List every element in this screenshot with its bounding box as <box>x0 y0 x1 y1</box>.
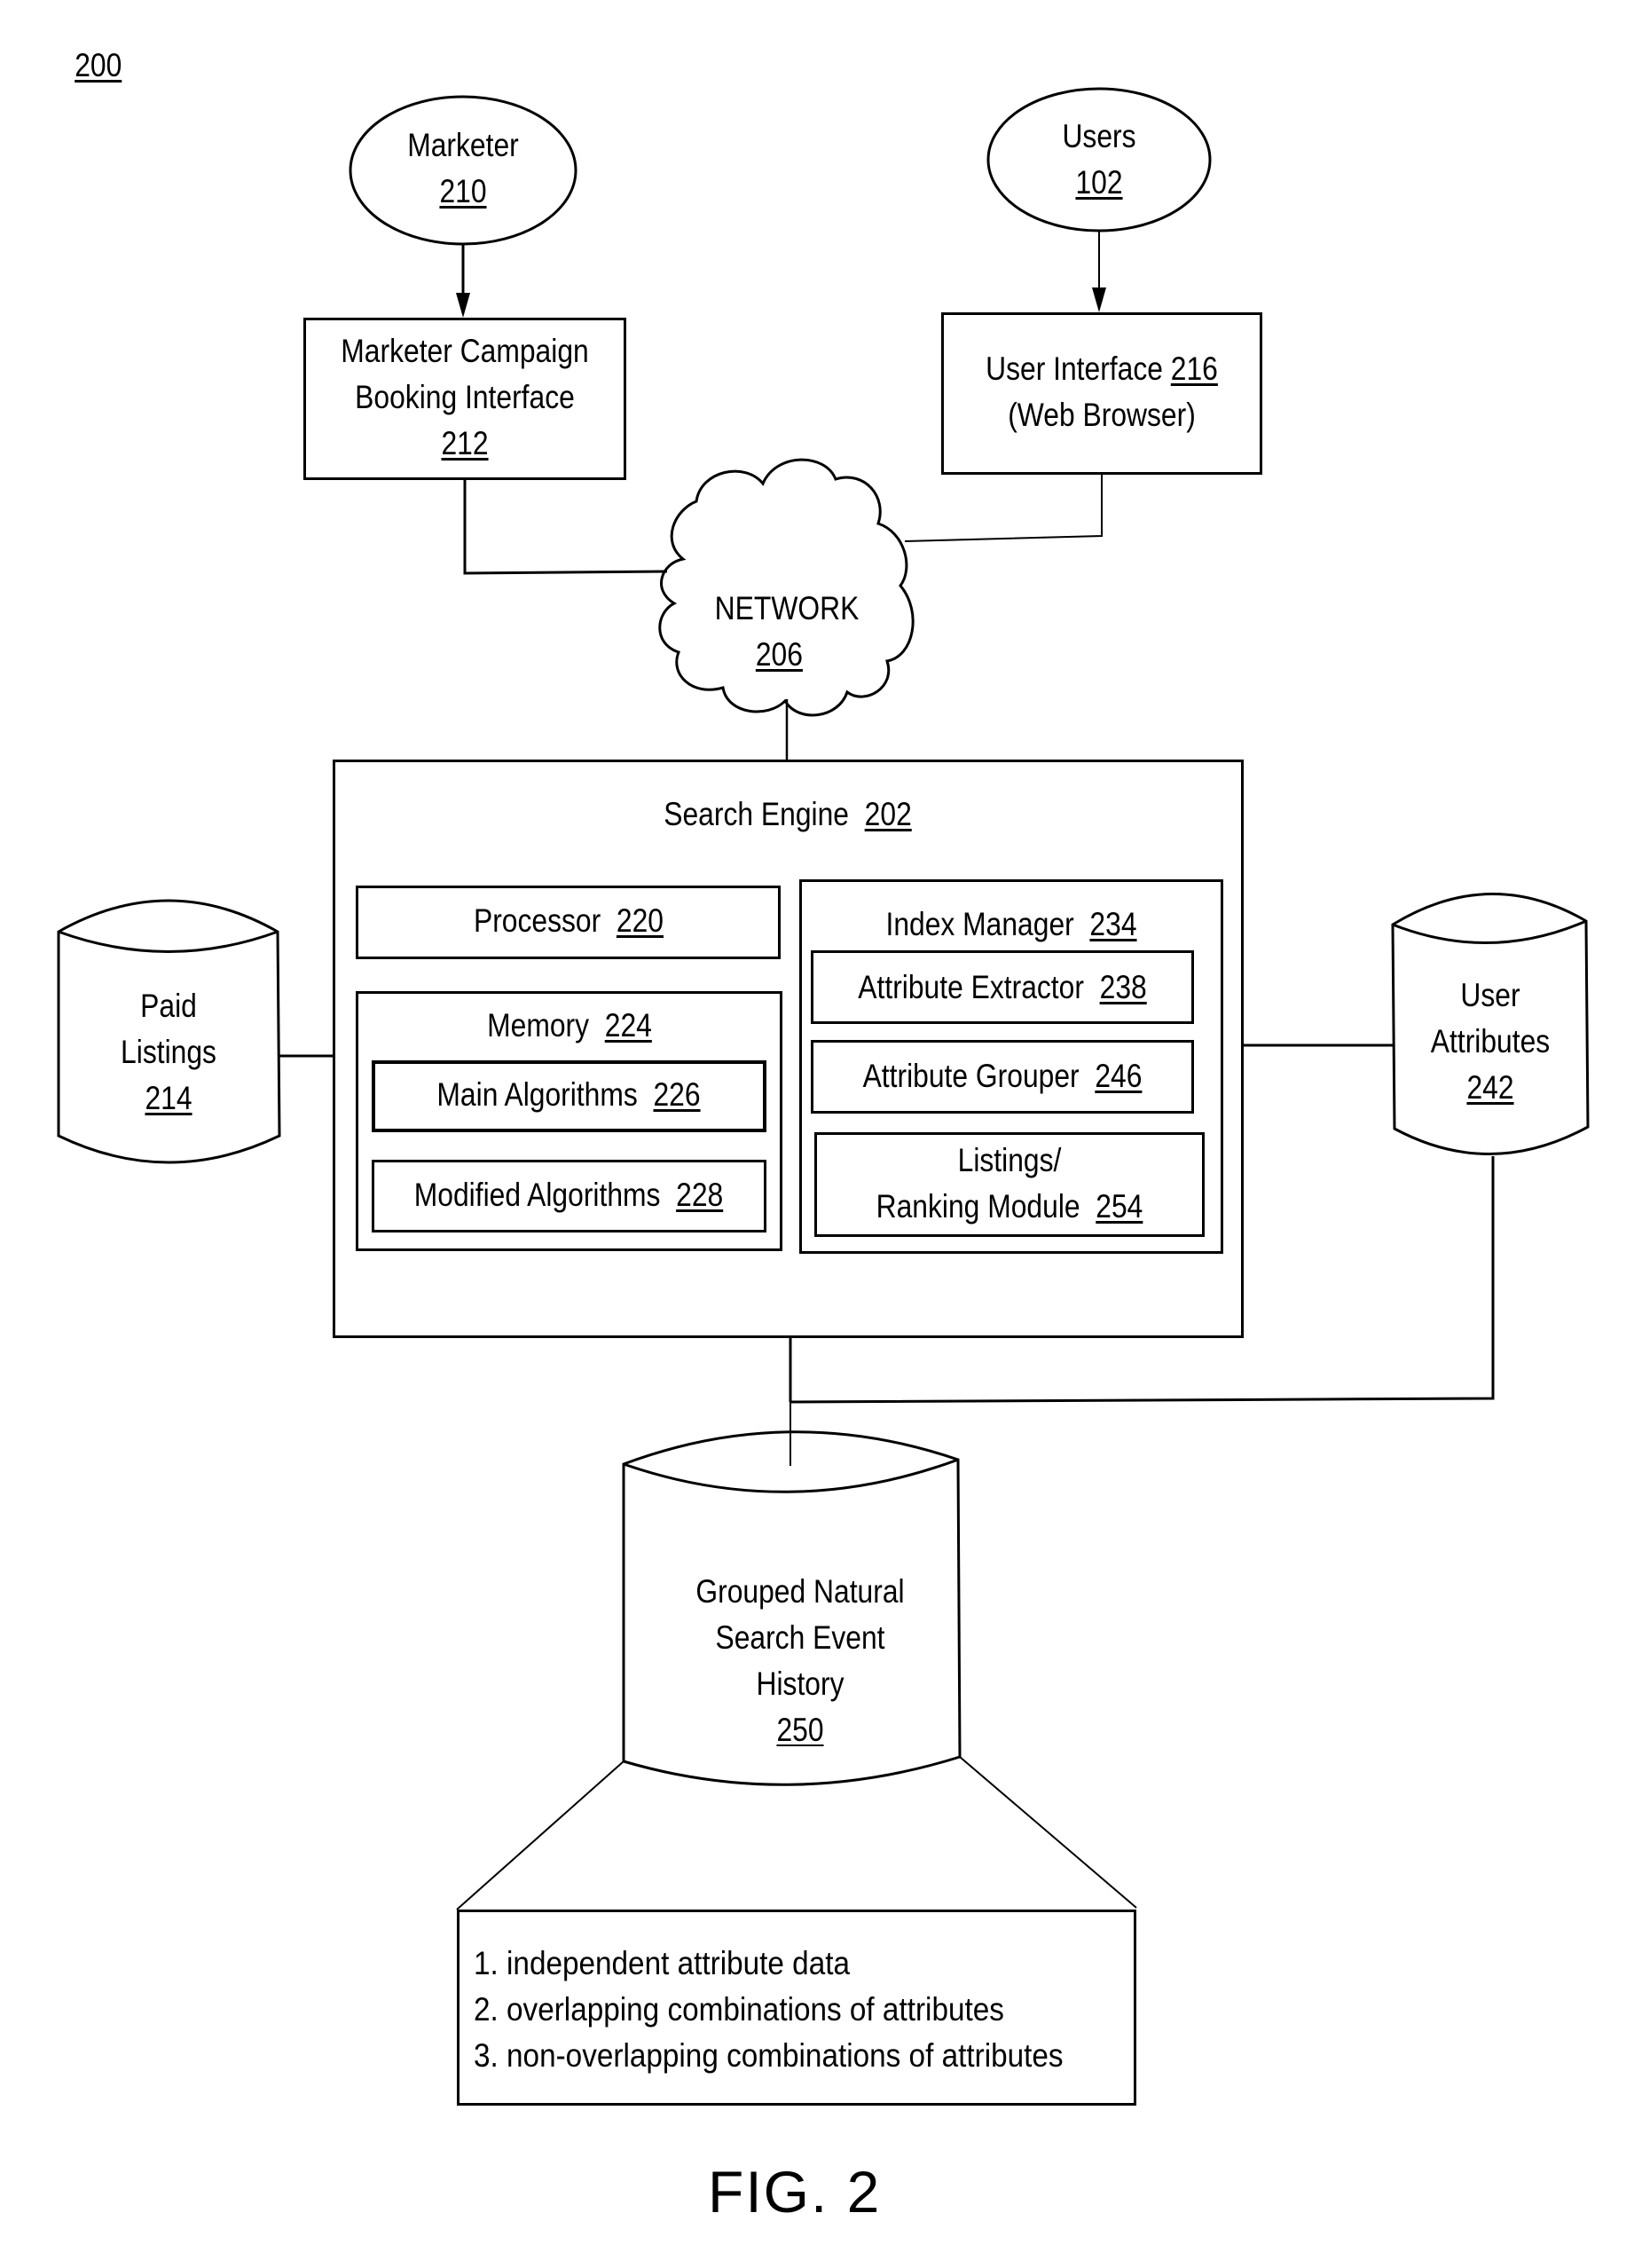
modified-algorithms-ref: 228 <box>676 1177 724 1213</box>
paid-listings-node[interactable]: Paid Listings 214 <box>92 983 245 1122</box>
index-manager-title: Index Manager 234 <box>859 902 1164 948</box>
processor-ref: 220 <box>616 902 664 939</box>
paid-listings-line2: Listings <box>121 1034 216 1070</box>
grouped-history-line1: Grouped Natural <box>695 1573 905 1610</box>
memory-ref: 224 <box>604 1007 652 1043</box>
search-engine-ref: 202 <box>864 796 912 832</box>
booking-line1: Marketer Campaign <box>341 333 589 369</box>
network-node[interactable]: NETWORK 206 <box>711 586 863 678</box>
attribute-extractor-ref: 238 <box>1099 969 1147 1005</box>
attribute-grouper-text: Attribute Grouper 246 <box>850 1053 1155 1099</box>
main-algorithms-label: Main Algorithms <box>436 1076 638 1113</box>
booking-ref: 212 <box>441 425 489 461</box>
grouped-history-line3: History <box>756 1666 844 1702</box>
modified-algorithms-text: Modified Algorithms 228 <box>401 1172 736 1218</box>
details-item: 2. overlapping combinations of attribute… <box>474 1991 1004 2028</box>
grouped-history-details-box: 1. independent attribute data 2. overlap… <box>457 1910 1136 2106</box>
booking-interface-text: Marketer Campaign Booking Interface 212 <box>312 328 617 467</box>
index-manager-label: Index Manager <box>885 906 1074 942</box>
figure-caption: FIG. 2 <box>708 2159 882 2225</box>
attribute-grouper-ref: 246 <box>1095 1058 1143 1094</box>
users-ref: 102 <box>1075 164 1123 201</box>
user-attributes-line1: User <box>1460 977 1520 1013</box>
search-engine-title: Search Engine 202 <box>635 791 940 838</box>
marketer-node[interactable]: Marketer 210 <box>387 122 539 215</box>
paid-listings-ref: 214 <box>145 1080 192 1116</box>
arrowhead-users <box>1092 287 1106 312</box>
attribute-extractor-label: Attribute Extractor <box>858 969 1084 1005</box>
memory-title: Memory 224 <box>417 1003 722 1049</box>
details-item: 3. non-overlapping combinations of attri… <box>474 2037 1064 2074</box>
processor-text: Processor 220 <box>416 898 721 944</box>
users-label: Users <box>1062 118 1136 154</box>
listings-ranking-ref: 254 <box>1096 1188 1143 1225</box>
grouped-history-line2: Search Event <box>715 1619 885 1656</box>
arrowhead-marketer <box>456 293 470 318</box>
network-label: NETWORK <box>714 590 860 626</box>
paid-listings-line1: Paid <box>140 988 197 1024</box>
users-node[interactable]: Users 102 <box>1023 114 1175 206</box>
attribute-extractor-text: Attribute Extractor 238 <box>850 965 1155 1011</box>
processor-label: Processor <box>473 902 601 939</box>
connector-booking-network <box>463 480 668 575</box>
user-interface-line2: (Web Browser) <box>1008 397 1196 433</box>
listings-ranking-line1: Listings/ <box>957 1142 1062 1178</box>
network-ref: 206 <box>755 636 803 673</box>
marketer-label: Marketer <box>407 127 519 163</box>
main-algorithms-ref: 226 <box>653 1076 701 1113</box>
figure-ref: 200 <box>75 47 122 83</box>
grouped-history-ref: 250 <box>776 1712 824 1748</box>
attribute-grouper-label: Attribute Grouper <box>862 1058 1080 1094</box>
listings-ranking-line2: Ranking Module 254 <box>857 1184 1162 1230</box>
callout-line-left <box>456 1760 625 1910</box>
user-interface-text: User Interface 216 (Web Browser) <box>949 346 1254 438</box>
user-interface-line1: User Interface 216 <box>949 346 1254 392</box>
user-attributes-node[interactable]: User Attributes 242 <box>1414 973 1567 1111</box>
memory-label: Memory <box>487 1007 590 1043</box>
search-engine-label: Search Engine <box>664 796 849 832</box>
modified-algorithms-label: Modified Algorithms <box>413 1177 661 1213</box>
user-attributes-line2: Attributes <box>1430 1023 1551 1059</box>
listings-ranking-label: Ranking Module <box>876 1188 1080 1225</box>
main-algorithms-text: Main Algorithms 226 <box>416 1072 721 1118</box>
details-item: 1. independent attribute data <box>474 1945 850 1981</box>
marketer-ref: 210 <box>439 173 487 209</box>
connector-ui-network <box>904 475 1103 542</box>
listings-ranking-text: Listings/ Ranking Module 254 <box>857 1138 1162 1230</box>
user-interface-label: User Interface <box>986 350 1163 387</box>
callout-line-right <box>959 1756 1137 1909</box>
index-manager-ref: 234 <box>1089 906 1137 942</box>
user-interface-ref: 216 <box>1170 350 1218 387</box>
grouped-history-node[interactable]: Grouped Natural Search Event History 250 <box>686 1569 915 1753</box>
booking-line2: Booking Interface <box>355 379 575 415</box>
user-attributes-ref: 242 <box>1466 1069 1514 1106</box>
